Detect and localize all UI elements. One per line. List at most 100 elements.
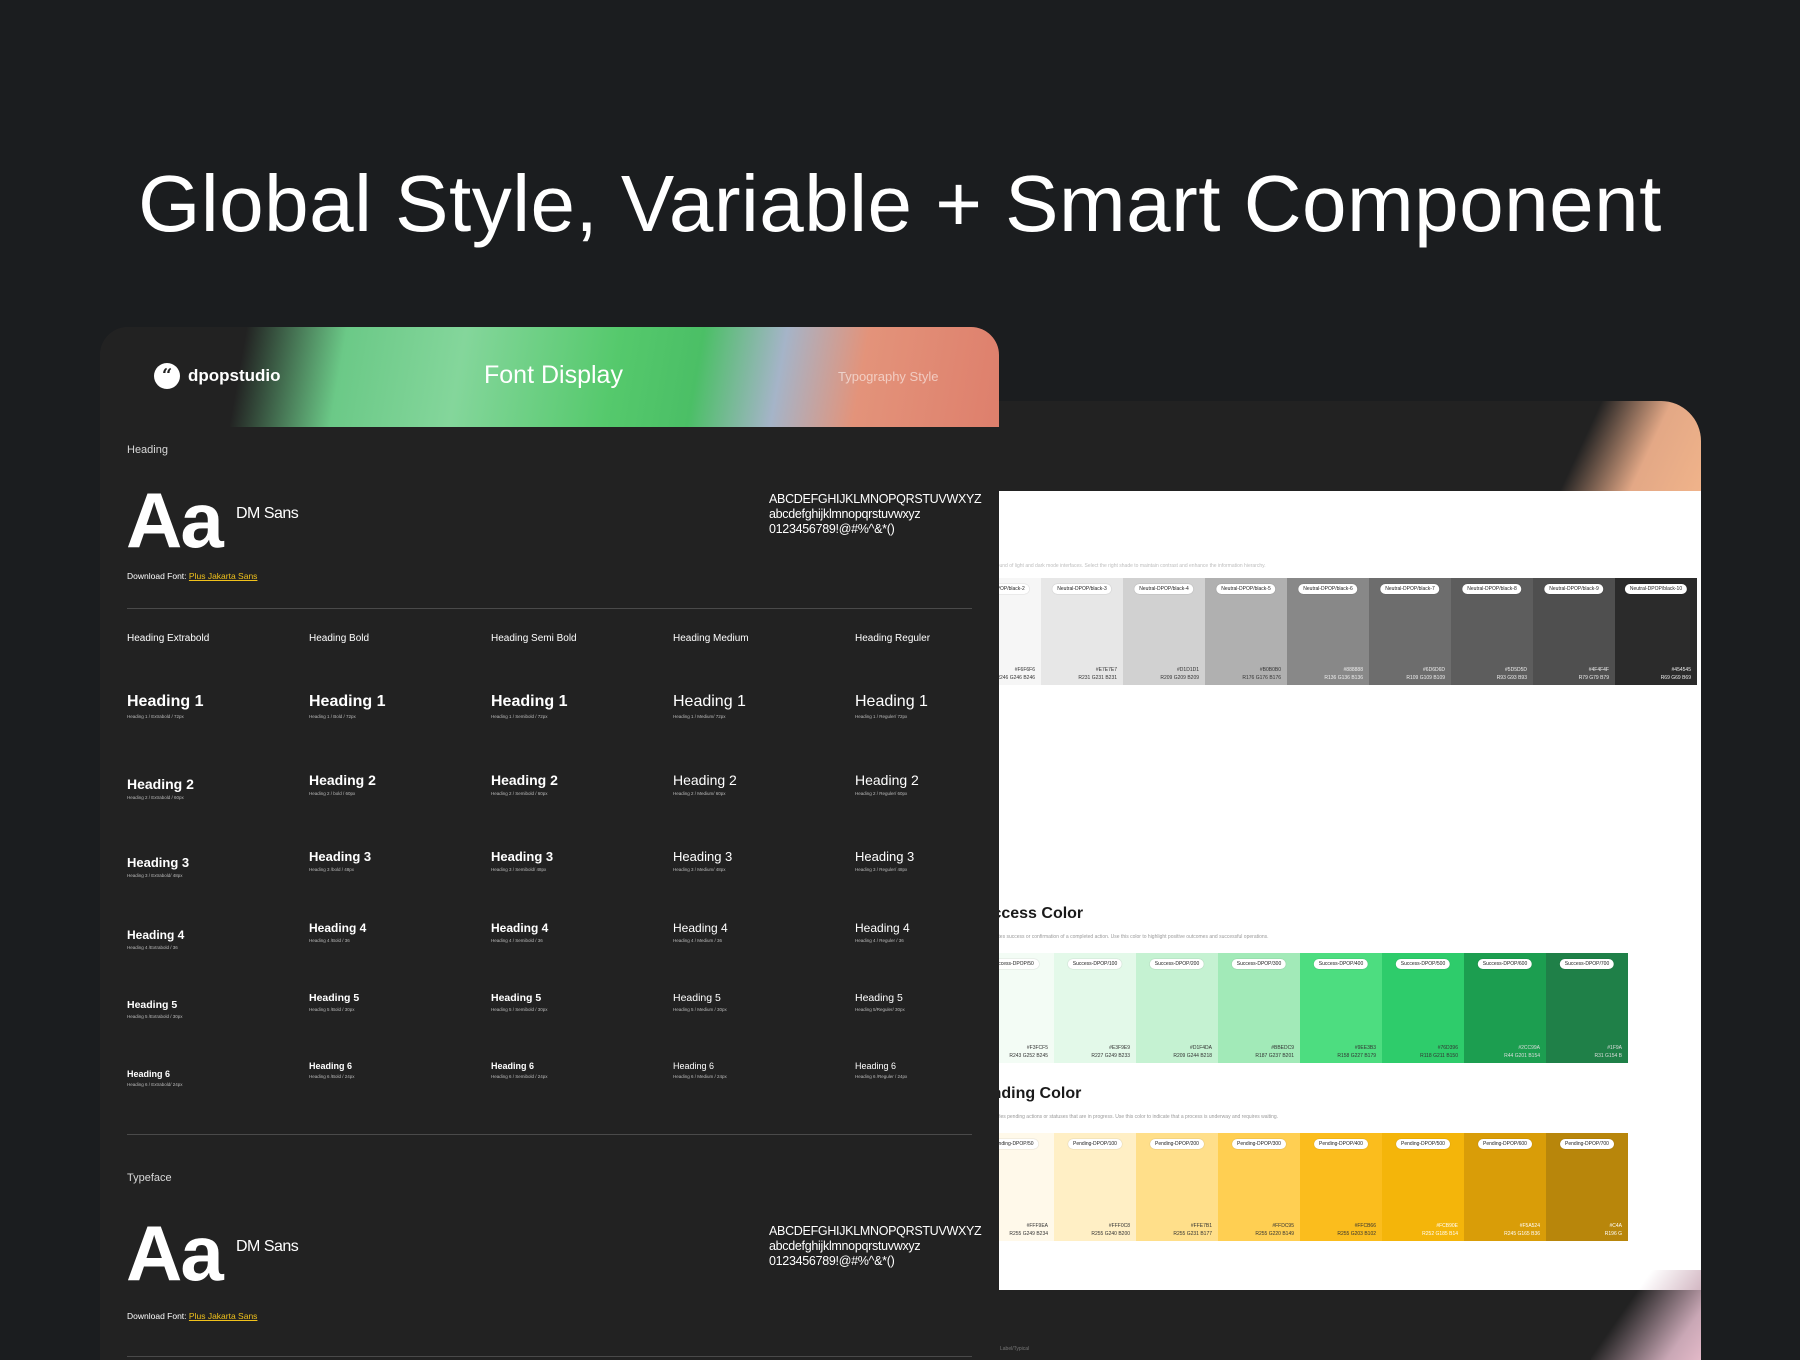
swatch-rgb: R255 G203 B102 xyxy=(1337,1231,1376,1237)
footer-note: Label/Typical xyxy=(1000,1346,1030,1352)
color-swatch[interactable]: Neutral-DPOP/black-5 #B0B0B0 R176 G176 B17… xyxy=(1205,578,1287,685)
font-sample: Aa xyxy=(126,476,224,564)
swatch-rgb: R79 G79 B79 xyxy=(1578,675,1609,681)
font-display-card: “ dpopstudio Font Display Typography Sty… xyxy=(100,327,999,1360)
heading-sample-name: Heading 5 xyxy=(127,999,178,1011)
swatch-hex: #4F4F4F xyxy=(1588,667,1609,673)
heading-sample-spec: Heading 4 /Extrabold / 36 xyxy=(127,945,178,950)
color-swatch[interactable]: Success-DPOP/500 #76D396 R118 G211 B150 xyxy=(1382,953,1464,1063)
divider xyxy=(127,1356,972,1357)
swatch-rgb: R196 G xyxy=(1604,1231,1622,1237)
color-swatch[interactable]: Pending-DPOP/500 #FCB90E R252 G185 B14 xyxy=(1382,1133,1464,1241)
heading-sample: Heading 6 Heading 6 / Extrabold/ 24px xyxy=(127,1069,183,1087)
color-swatch[interactable]: Neutral-DPOP/black-10 #454545 R69 G69 B69 xyxy=(1615,578,1697,685)
heading-sample: Heading 2 Heading 2 / bold / 60px xyxy=(309,772,376,796)
swatch-rgb: R109 G109 B109 xyxy=(1406,675,1445,681)
color-swatch[interactable]: Neutral-DPOP/black-8 #5D5D5D R93 G93 B93 xyxy=(1451,578,1533,685)
color-swatch[interactable]: Pending-DPOP/400 #FFCB66 R255 G203 B102 xyxy=(1300,1133,1382,1241)
download-font-link[interactable]: Plus Jakarta Sans xyxy=(189,571,258,581)
swatch-hex: #FFDC95 xyxy=(1272,1223,1294,1229)
success-swatch-row: Success-DPOP/50 #F3FCF5 R243 G252 B245 Succ… xyxy=(972,953,1628,1063)
heading-sample-name: Heading 6 xyxy=(309,1061,353,1071)
heading-sample-spec: Heading 2 / bold / 60px xyxy=(309,791,356,796)
heading-sample-name: Heading 2 xyxy=(127,776,194,792)
swatch-hex: #F6F6F6 xyxy=(1014,667,1035,673)
heading-sample-name: Heading 6 xyxy=(127,1069,171,1079)
color-swatch[interactable]: Success-DPOP/100 #E3F9E9 R227 G249 B233 xyxy=(1054,953,1136,1063)
swatch-rgb: R209 G209 B209 xyxy=(1160,675,1199,681)
page-title: Global Style, Variable + Smart Component xyxy=(138,159,1662,248)
color-swatch[interactable]: Success-DPOP/600 #2CC99A R44 G201 B154 xyxy=(1464,953,1546,1063)
font-name: DM Sans xyxy=(236,505,299,522)
header-subtitle: Typography Style xyxy=(838,369,939,384)
heading-sample: Heading 1 Heading 1 / Medium/ 72px xyxy=(673,693,746,719)
swatch-rgb: R245 G165 B36 xyxy=(1504,1231,1540,1237)
swatch-hex: #FFF0C8 xyxy=(1108,1223,1130,1229)
heading-sample-spec: Heading 3 / Reguler/ 48px xyxy=(855,867,908,872)
swatch-hex: #5D5D5D xyxy=(1505,667,1527,673)
heading-sample-name: Heading 4 xyxy=(309,921,367,935)
heading-sample: Heading 3 Heading 3 / Extrabold/ 48px xyxy=(127,855,189,878)
heading-sample-name: Heading 3 xyxy=(127,855,190,870)
heading-sample-spec: Heading 1 / Semibold / 72px xyxy=(491,714,548,719)
color-swatch[interactable]: Pending-DPOP/300 #FFDC95 R255 G220 B149 xyxy=(1218,1133,1300,1241)
swatch-token-label: Neutral-DPOP/black-9 xyxy=(1544,584,1604,594)
heading-sample-name: Heading 3 xyxy=(855,849,915,864)
color-swatch[interactable]: Pending-DPOP/600 #F5A524 R245 G165 B36 xyxy=(1464,1133,1546,1241)
color-swatch[interactable]: Success-DPOP/400 #9EE3B3 R158 G227 B179 xyxy=(1300,953,1382,1063)
heading-sample: Heading 4 Heading 4 / Medium / 36 xyxy=(673,921,728,943)
color-swatch[interactable]: Pending-DPOP/200 #FFE7B1 R255 G231 B177 xyxy=(1136,1133,1218,1241)
swatch-rgb: R255 G231 B177 xyxy=(1173,1231,1212,1237)
heading-sample-spec: Heading 3 / Semibold/ 48px xyxy=(491,867,547,872)
swatch-token-label: Neutral-DPOP/black-3 xyxy=(1052,584,1112,594)
swatch-rgb: R93 G93 B93 xyxy=(1496,675,1527,681)
heading-sample: Heading 4 Heading 4 / Reguler / 36 xyxy=(855,921,910,943)
color-swatch[interactable]: Success-DPOP/300 #BBEDC9 R187 G237 B201 xyxy=(1218,953,1300,1063)
swatch-token-label: Pending-DPOP/200 xyxy=(1150,1139,1204,1149)
swatch-token-label: Neutral-DPOP/black-7 xyxy=(1380,584,1440,594)
color-swatch[interactable]: Pending-DPOP/700 #C4A R196 G xyxy=(1546,1133,1628,1241)
color-swatch[interactable]: Neutral-DPOP/black-4 #D1D1D1 R209 G209 B20… xyxy=(1123,578,1205,685)
heading-sample: Heading 1 Heading 1 / Semibold / 72px xyxy=(491,693,567,719)
heading-sample-name: Heading 4 xyxy=(855,921,910,935)
alphabet-upper: ABCDEFGHIJKLMNOPQRSTUVWXYZ xyxy=(769,492,982,506)
heading-sample-name: Heading 2 xyxy=(491,772,558,788)
heading-sample: Heading 3 Heading 3 / Medium/ 48px xyxy=(673,849,732,872)
swatch-token-label: Success-DPOP/600 xyxy=(1477,959,1533,969)
heading-sample-name: Heading 4 xyxy=(491,921,549,935)
download-font-link[interactable]: Plus Jakarta Sans xyxy=(189,1311,258,1321)
color-swatch[interactable]: Neutral-DPOP/black-9 #4F4F4F R79 G79 B79 xyxy=(1533,578,1615,685)
swatch-token-label: Pending-DPOP/300 xyxy=(1232,1139,1286,1149)
swatch-hex: #9EE3B3 xyxy=(1354,1045,1376,1051)
heading-sample-spec: Heading 4 /Bold / 36 xyxy=(309,938,350,943)
weight-column-title: Heading Medium xyxy=(673,633,749,644)
color-swatch[interactable]: Success-DPOP/200 #D1F4DA R209 G244 B218 xyxy=(1136,953,1218,1063)
heading-sample-name: Heading 2 xyxy=(673,772,737,788)
heading-sample-name: Heading 1 xyxy=(309,693,386,710)
heading-sample: Heading 4 Heading 4 / Semibold / 36 xyxy=(491,921,548,943)
heading-sample-name: Heading 2 xyxy=(309,772,376,788)
heading-sample: Heading 5 Heading 5 /Extrabold / 30px xyxy=(127,999,183,1019)
heading-sample: Heading 5 Heading 5/Reguler/ 30px xyxy=(855,992,905,1012)
swatch-rgb: R44 G201 B154 xyxy=(1504,1053,1540,1059)
alphabet-digits: 0123456789!@#%^&*() xyxy=(769,1254,895,1268)
swatch-hex: #76D396 xyxy=(1437,1045,1458,1051)
swatch-token-label: Success-DPOP/500 xyxy=(1395,959,1451,969)
heading-sample-name: Heading 3 xyxy=(309,849,372,864)
color-swatch[interactable]: Neutral-DPOP/black-6 #888888 R136 G136 B13… xyxy=(1287,578,1369,685)
color-swatch[interactable]: Success-DPOP/700 #1F9A R31 G154 B xyxy=(1546,953,1628,1063)
heading-sample-name: Heading 6 xyxy=(673,1061,715,1071)
header-title: Font Display xyxy=(484,361,623,389)
color-swatch[interactable]: Pending-DPOP/100 #FFF0C8 R255 G240 B200 xyxy=(1054,1133,1136,1241)
color-swatch[interactable]: Neutral-DPOP/black-7 #6D6D6D R109 G109 B10… xyxy=(1369,578,1451,685)
heading-sample-name: Heading 6 xyxy=(491,1061,535,1071)
heading-sample: Heading 5 Heading 5 / Semibold / 30px xyxy=(491,992,548,1012)
weight-column-title: Heading Reguler xyxy=(855,633,931,644)
swatch-rgb: R255 G220 B149 xyxy=(1255,1231,1294,1237)
heading-sample: Heading 3 Heading 3 / Semibold/ 48px xyxy=(491,849,553,872)
color-swatch[interactable]: Neutral-DPOP/black-3 #E7E7E7 R231 G231 B23… xyxy=(1041,578,1123,685)
neutral-description: Dark and background of light and dark mo… xyxy=(960,563,1266,569)
heading-sample-spec: Heading 3 / Extrabold/ 48px xyxy=(127,873,183,878)
heading-sample-name: Heading 5 xyxy=(491,992,542,1004)
swatch-rgb: R252 G185 B14 xyxy=(1422,1231,1458,1237)
